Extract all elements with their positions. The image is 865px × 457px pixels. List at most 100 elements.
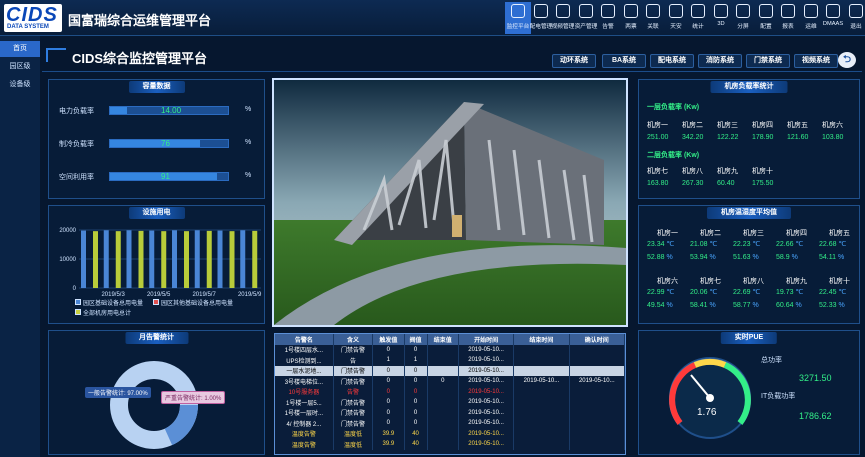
table-cell (513, 344, 570, 355)
bar-4-0 (172, 230, 177, 288)
table-row[interactable]: 10号服务器 告警 0 0 2019-05-10... (275, 386, 626, 397)
room-load-value: 122.22 (717, 134, 739, 141)
table-cell (569, 365, 626, 376)
sidebar-item-1[interactable]: 园区级 (0, 59, 40, 75)
table-cell (427, 344, 459, 355)
column-header[interactable]: 结束值 (427, 334, 459, 345)
legend-swatch (75, 309, 81, 315)
table-cell: 1号楼一层时... (275, 407, 334, 418)
capacity-bar-fill (110, 107, 127, 114)
column-header[interactable]: 阀值 (404, 334, 428, 345)
table-cell: 10号服务器 (275, 386, 334, 397)
column-header[interactable]: 触发值 (372, 334, 405, 345)
capacity-unit: % (245, 172, 252, 179)
room-humidity: 52.88% (647, 254, 673, 261)
table-cell: 0 (404, 344, 428, 355)
table-cell (569, 386, 626, 397)
room-name: 机房一 (647, 122, 668, 129)
bar-3-0 (149, 230, 155, 288)
sidebar-item-2[interactable]: 设备级 (0, 77, 40, 93)
table-cell (569, 428, 626, 439)
table-cell (569, 344, 626, 355)
table-row[interactable]: 1号楼一层5... 门禁告警 0 0 2019-05-10... (275, 397, 626, 408)
room-temperature: 22.99 ℃ (647, 288, 674, 296)
table-header-row: 告警名 含义 触发值 阀值 结束值 开始时间 结束时间 确认时间 (275, 334, 626, 345)
table-row[interactable]: UPS检测到... 告 1 1 2019-05-10... (275, 355, 626, 366)
shield-icon (668, 4, 683, 18)
table-cell: 2019-05-10... (513, 376, 570, 387)
table-row[interactable]: 温度告警 温度低 39.9 40 2019-05-10... (275, 439, 626, 450)
hum-unit: % (752, 254, 759, 261)
temp-value: 20.06 (690, 289, 708, 296)
table-cell (427, 428, 459, 439)
table-cell: 0 (404, 376, 428, 387)
table-cell: 2019-05-10... (569, 376, 626, 387)
room-load-value: 103.80 (822, 134, 844, 141)
it-load-value: 1786.62 (799, 411, 832, 421)
it-load-label: IT负载功率 (761, 393, 796, 400)
temp-value: 23.34 (647, 241, 665, 248)
building-3d-view[interactable] (272, 78, 628, 327)
eye-icon (803, 4, 818, 18)
tab-system-2[interactable]: 配电系统 (650, 54, 694, 68)
room-name: 机房五 (787, 122, 808, 129)
table-cell: 0 (372, 397, 405, 408)
room-temperature: 23.34 ℃ (647, 240, 674, 248)
floor1-load-title: 一层负载率 (Kw) (647, 104, 700, 111)
bar-2-2 (138, 230, 144, 288)
back-icon[interactable]: ⮌ (838, 52, 856, 68)
hum-unit: % (666, 302, 673, 309)
tab-system-1[interactable]: BA系统 (602, 54, 646, 68)
table-cell: 0 (404, 418, 428, 429)
table-cell: 39.9 (372, 439, 405, 450)
alarm-table: 告警名 含义 触发值 阀值 结束值 开始时间 结束时间 确认时间 1号楼四层水... 门禁告警 0 0… (275, 334, 626, 450)
table-row[interactable]: 1号楼四层水... 门禁告警 0 0 2019-05-10... (275, 344, 626, 355)
tab-system-3[interactable]: 消防系统 (698, 54, 742, 68)
room-name: 机房二 (700, 230, 721, 237)
bar-1-0 (103, 230, 109, 288)
capacity-value: 76 (161, 139, 170, 148)
legend-item[interactable]: 园区其他基础设备总用电量 (153, 298, 233, 307)
room-humidity: 53.94% (690, 254, 716, 261)
alarm-stats-panel: 月告警统计 一般告警统计: 97.00% 严重告警统计: 1.00% (48, 330, 265, 455)
table-row[interactable]: 4/ 控制器 2... 门禁告警 0 0 2019-05-10... (275, 418, 626, 429)
legend-item[interactable]: 全部机房用电总计 (75, 308, 131, 317)
hum-unit: % (752, 302, 759, 309)
power-icon (533, 4, 548, 18)
toolbar-button-15[interactable]: 退出 (843, 2, 865, 34)
table-cell: 温度告警 (275, 428, 334, 439)
table-row[interactable]: 3号楼电梯位... 门禁告警 0 0 0 2019-05-10... 2019-05-10.… (275, 376, 626, 387)
column-header[interactable]: 告警名 (275, 334, 334, 345)
room-humidity: 52.33% (819, 302, 845, 309)
general-alarm-label: 一般告警统计: 97.00% (85, 387, 151, 398)
room-name: 机房三 (717, 122, 738, 129)
table-row[interactable]: 一层水泥地... 门禁告警 0 0 2019-05-10... (275, 365, 626, 376)
column-header[interactable]: 确认时间 (569, 334, 626, 345)
column-header[interactable]: 含义 (333, 334, 374, 345)
legend-item[interactable]: 园区基础设备总用电量 (75, 298, 143, 307)
column-header[interactable]: 结束时间 (513, 334, 570, 345)
temp-unit: ℃ (666, 241, 675, 248)
power-title: 设施用电 (128, 207, 185, 219)
table-cell: 温度低 (333, 439, 374, 450)
room-temperature: 21.08 ℃ (690, 240, 717, 248)
room-name: 机房八 (743, 278, 764, 285)
hum-unit: % (709, 302, 716, 309)
table-row[interactable]: 温度告警 温度低 39.9 40 2019-05-10... (275, 428, 626, 439)
room-humidity: 60.64% (776, 302, 802, 309)
sidebar-item-0[interactable]: 首页 (0, 41, 40, 57)
table-row[interactable]: 1号楼一层时... 门禁告警 0 0 2019-05-10... (275, 407, 626, 418)
table-cell (513, 439, 570, 450)
hum-unit: % (838, 254, 845, 261)
room-name: 机房四 (752, 122, 773, 129)
tab-system-5[interactable]: 视频系统 (794, 54, 838, 68)
table-cell: 一层水泥地... (275, 365, 334, 376)
room-load-value: 60.40 (717, 180, 735, 187)
table-cell: 温度告警 (275, 439, 334, 450)
cube-icon (713, 4, 728, 18)
table-cell: 门禁告警 (333, 376, 374, 387)
column-header[interactable]: 开始时间 (458, 334, 515, 345)
tab-system-0[interactable]: 动环系统 (552, 54, 596, 68)
tab-system-4[interactable]: 门禁系统 (746, 54, 790, 68)
capacity-label: 电力负载率 (59, 108, 94, 115)
